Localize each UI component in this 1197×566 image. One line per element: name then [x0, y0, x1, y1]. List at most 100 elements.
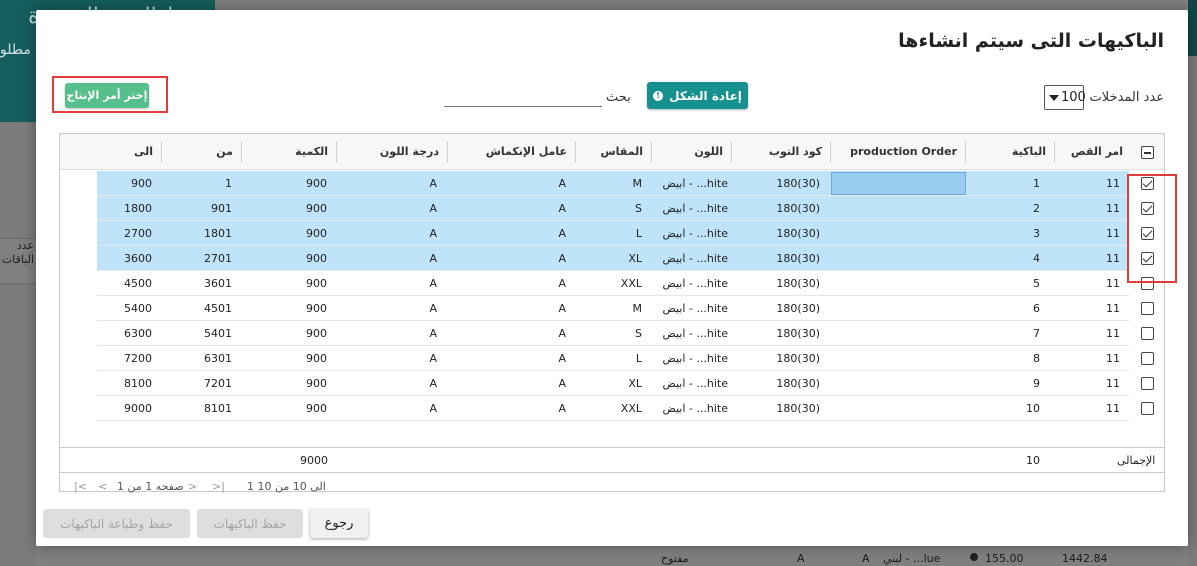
col-header-from[interactable]: من	[162, 141, 242, 163]
col-header-shade[interactable]: درجة اللون	[337, 141, 448, 163]
grid-header: امر القص الباكية production Order كود ال…	[60, 134, 1164, 170]
cell-color: ابيض - ...hite	[662, 402, 728, 415]
cell-qty: 900	[306, 277, 327, 290]
col-header-cut[interactable]: امر القص	[1055, 141, 1131, 163]
cell-shade: A	[429, 252, 437, 265]
reset-layout-button[interactable]: إعادة الشكل !	[647, 82, 748, 109]
chevron-down-icon	[1049, 95, 1059, 101]
cell-shade: A	[429, 202, 437, 215]
select-all-checkbox[interactable]	[1141, 146, 1154, 159]
cell-size: L	[635, 352, 642, 365]
cell-from: 901	[211, 202, 232, 215]
background-col-line1: عدد	[16, 239, 34, 252]
total-qty: 9000	[300, 454, 328, 467]
next-page-icon[interactable]: >	[188, 480, 197, 493]
first-page-icon[interactable]: |<	[74, 480, 87, 493]
cell-pack: 4	[1033, 252, 1040, 265]
save-packages-button[interactable]: حفظ الباكيهات	[197, 509, 303, 538]
cell-shrink: A	[558, 352, 566, 365]
row-checkbox[interactable]	[1141, 402, 1154, 415]
bg-a1: A	[797, 552, 805, 565]
cell-size: M	[632, 302, 643, 315]
col-header-production-order[interactable]: production Order	[831, 141, 966, 163]
cell-code: 180(30)	[776, 352, 820, 365]
cell-cut: 11	[1106, 402, 1120, 415]
save-and-print-button[interactable]: حفظ وطباعة الباكيهات	[43, 509, 190, 538]
last-page-icon[interactable]: >|	[212, 480, 225, 493]
cell-to: 9000	[124, 402, 152, 415]
cell-cut: 11	[1106, 352, 1120, 365]
cell-size: S	[635, 327, 642, 340]
col-header-size[interactable]: المقاس	[576, 141, 652, 163]
cell-pack: 6	[1033, 302, 1040, 315]
cell-shrink: A	[558, 252, 566, 265]
background-right-strip	[1188, 0, 1197, 566]
bg-a2: A	[862, 552, 870, 565]
cell-size: XXL	[620, 402, 642, 415]
cell-cut: 11	[1106, 377, 1120, 390]
row-checkbox[interactable]	[1141, 302, 1154, 315]
cell-code: 180(30)	[776, 202, 820, 215]
col-header-code[interactable]: كود التوب	[732, 141, 831, 163]
col-header-color[interactable]: اللون	[652, 141, 732, 163]
cell-shade: A	[429, 177, 437, 190]
cell-from: 7201	[204, 377, 232, 390]
col-header-qty[interactable]: الكمية	[242, 141, 337, 163]
cell-qty: 900	[306, 327, 327, 340]
col-header-shrink[interactable]: عامل الإنكماش	[448, 141, 576, 163]
cell-shrink: A	[558, 202, 566, 215]
row-checkbox[interactable]	[1141, 377, 1154, 390]
cell-qty: 900	[306, 227, 327, 240]
cell-shade: A	[429, 377, 437, 390]
dialog-title: الباكيهات التى سيتم انشاءها	[898, 30, 1164, 52]
cell-qty: 900	[306, 302, 327, 315]
col-header-pack[interactable]: الباكية	[966, 141, 1055, 163]
cell-from: 3601	[204, 277, 232, 290]
back-button[interactable]: رجوع	[310, 509, 368, 538]
cell-shrink: A	[558, 227, 566, 240]
cell-size: L	[635, 227, 642, 240]
cell-code: 180(30)	[776, 327, 820, 340]
entries-value: 100	[1061, 90, 1086, 105]
cell-pack: 1	[1033, 177, 1040, 190]
highlight-box-checkboxes	[1127, 174, 1177, 283]
cell-shade: A	[429, 402, 437, 415]
search-input[interactable]	[444, 89, 602, 107]
cell-cut: 11	[1106, 202, 1120, 215]
background-column-header: عدد الباقات	[0, 238, 36, 284]
packages-grid: امر القص الباكية production Order كود ال…	[59, 133, 1177, 493]
cell-code: 180(30)	[776, 227, 820, 240]
pager-page: صفحه 1 من 1	[117, 480, 184, 493]
cell-from: 5401	[204, 327, 232, 340]
cell-shrink: A	[558, 402, 566, 415]
cell-color: ابيض - ...hite	[662, 277, 728, 290]
row-checkbox[interactable]	[1141, 327, 1154, 340]
cell-cut: 11	[1106, 252, 1120, 265]
cell-shade: A	[429, 352, 437, 365]
cell-pack: 3	[1033, 227, 1040, 240]
cell-code: 180(30)	[776, 277, 820, 290]
cell-shade: A	[429, 302, 437, 315]
cell-shrink: A	[558, 377, 566, 390]
row-checkbox[interactable]	[1141, 352, 1154, 365]
cell-qty: 900	[306, 402, 327, 415]
bg-value: 1442.84	[1062, 552, 1108, 565]
cell-shrink: A	[558, 277, 566, 290]
cell-cut: 11	[1106, 302, 1120, 315]
cell-from: 1	[225, 177, 232, 190]
search-label: بحث	[606, 90, 631, 105]
entries-select[interactable]: 100	[1044, 85, 1086, 110]
cell-color: ابيض - ...hite	[662, 227, 728, 240]
previous-page-icon[interactable]: <	[98, 480, 107, 493]
cell-pack: 7	[1033, 327, 1040, 340]
choose-production-order-button[interactable]: إختر أمر الإنتاج	[65, 83, 149, 108]
cell-to: 6300	[124, 327, 152, 340]
cell-size: XXL	[620, 277, 642, 290]
cell-code: 180(30)	[776, 402, 820, 415]
production-order-input[interactable]	[831, 172, 966, 195]
cell-to: 5400	[124, 302, 152, 315]
cell-cut: 11	[1106, 177, 1120, 190]
cell-qty: 900	[306, 377, 327, 390]
col-header-to[interactable]: الى	[97, 141, 162, 163]
cell-pack: 5	[1033, 277, 1040, 290]
